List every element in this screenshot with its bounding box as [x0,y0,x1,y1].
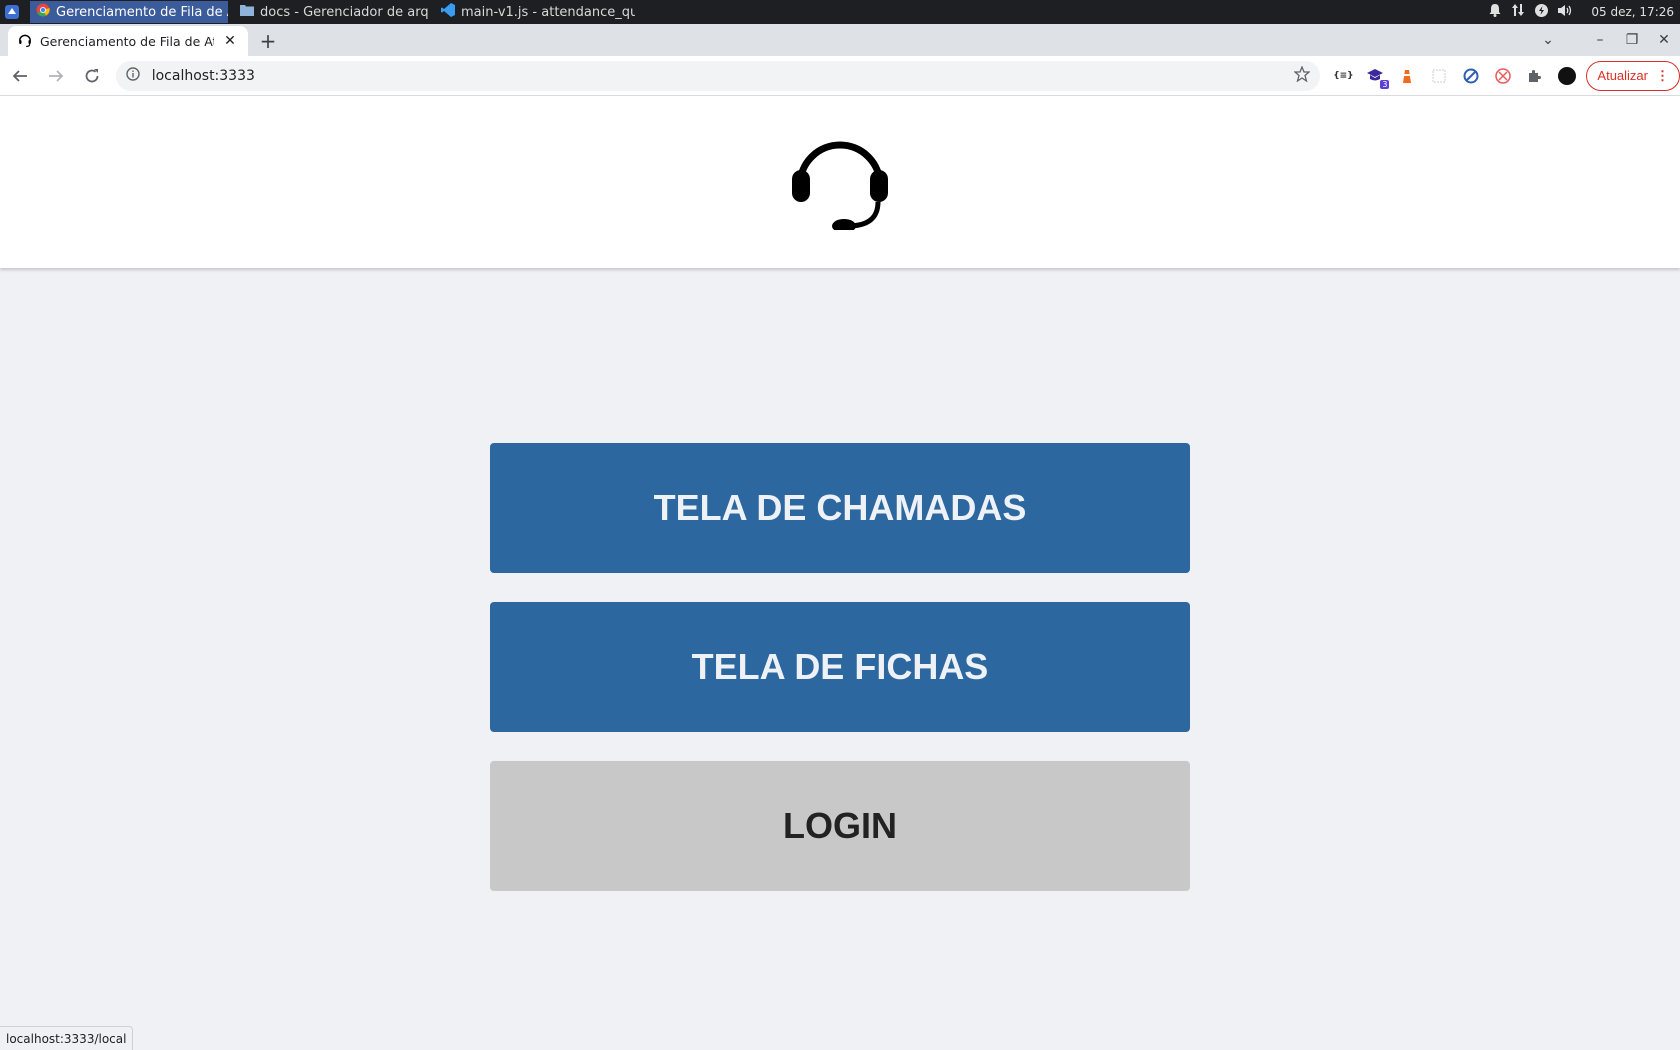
tab-search-chevron-icon[interactable]: ⌄ [1532,24,1564,56]
new-tab-button[interactable]: + [254,27,282,55]
back-button[interactable] [4,60,36,92]
url-text[interactable]: localhost:3333 [152,68,1283,84]
network-icon[interactable] [1511,3,1525,21]
browser-tab-strip: Gerenciamento de Fila de Atendimento ✕ +… [0,24,1680,56]
json-viewer-extension-icon[interactable]: {≡} [1334,67,1352,85]
power-icon[interactable] [1535,4,1548,21]
extensions-area: {≡} 3 [1334,67,1576,85]
back-arrow-icon [12,68,28,84]
reload-icon [84,68,100,84]
main-menu: TELA DE CHAMADAS TELA DE FICHAS LOGIN [490,443,1190,920]
tickets-screen-button[interactable]: TELA DE FICHAS [490,602,1190,732]
notification-bell-icon[interactable] [1489,4,1501,21]
forward-arrow-icon [48,68,64,84]
blocker-extension-icon[interactable] [1462,67,1480,85]
tab-title: Gerenciamento de Fila de Atendimento [40,34,214,49]
calls-screen-button[interactable]: TELA DE CHAMADAS [490,443,1190,573]
folder-icon [240,4,254,20]
chrome-icon [36,3,50,21]
address-bar[interactable]: localhost:3333 [116,61,1321,91]
ad-blocker-extension-icon[interactable] [1494,67,1512,85]
taskbar-task-browser[interactable]: Gerenciamento de Fila de At... [30,1,228,23]
blank-extension-icon[interactable] [1430,67,1448,85]
close-window-icon[interactable]: ✕ [1648,24,1680,56]
login-button[interactable]: LOGIN [490,761,1190,891]
volume-icon[interactable] [1558,4,1573,21]
page-content: TELA DE CHAMADAS TELA DE FICHAS LOGIN [0,96,1680,1050]
site-info-icon[interactable] [126,67,140,85]
lighthouse-extension-icon[interactable] [1398,67,1416,85]
system-tray: 05 dez, 17:26 [1489,3,1680,21]
reload-button[interactable] [76,60,108,92]
bookmark-star-icon[interactable] [1294,66,1310,86]
clock[interactable]: 05 dez, 17:26 [1591,5,1674,19]
kebab-menu-icon: ⋮ [1656,68,1669,84]
minimize-icon[interactable]: – [1584,24,1616,56]
tab-close-icon[interactable]: ✕ [222,33,238,49]
taskbar-task-files[interactable]: docs - Gerenciador de arquiv... [234,1,429,23]
link-status-bar: localhost:3333/local [0,1026,133,1050]
browser-toolbar: localhost:3333 {≡} 3 Atualizar ⋮ [0,56,1680,96]
taskbar-task-editor[interactable]: main-v1.js - attendance_que... [435,1,635,23]
window-controls: ⌄ – ❐ ✕ [1532,24,1680,56]
extension-badge: 3 [1380,80,1389,89]
taskbar-task-label: docs - Gerenciador de arquiv... [260,5,429,20]
forward-button[interactable] [40,60,72,92]
launcher-icon[interactable] [0,0,24,24]
vscode-icon [441,3,455,21]
restore-icon[interactable]: ❐ [1616,24,1648,56]
profile-avatar[interactable] [1558,67,1576,85]
headset-logo-icon [790,130,890,234]
taskbar-task-label: main-v1.js - attendance_que... [461,5,635,20]
page-header [0,96,1680,268]
extensions-puzzle-icon[interactable] [1526,67,1544,85]
update-label: Atualizar [1597,68,1648,83]
graduation-extension-icon[interactable]: 3 [1366,67,1384,85]
browser-tab[interactable]: Gerenciamento de Fila de Atendimento ✕ [8,26,248,56]
headset-favicon-icon [18,33,32,50]
update-button[interactable]: Atualizar ⋮ [1586,61,1680,91]
os-taskbar: Gerenciamento de Fila de At... docs - Ge… [0,0,1680,24]
taskbar-task-label: Gerenciamento de Fila de At... [56,5,228,20]
